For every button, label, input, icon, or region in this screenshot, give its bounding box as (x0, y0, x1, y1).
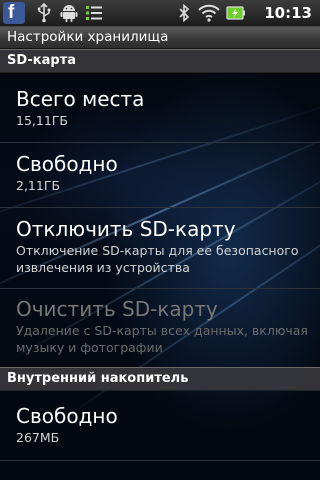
unmount-sd-card-summary: Отключение SD-карты для ее безопасного и… (16, 243, 299, 275)
category-sd-card-label: SD-карта (7, 53, 76, 68)
usb-icon (34, 3, 54, 23)
pref-sd-free-space[interactable]: Свободно 2,11ГБ (0, 151, 320, 194)
pref-total-space-title: Всего места (16, 87, 145, 111)
pref-sd-free-space-title: Свободно (16, 152, 118, 176)
category-internal-storage-label: Внутренний накопитель (7, 371, 189, 386)
android-debug-icon (59, 3, 79, 23)
category-sd-card: SD-карта (0, 49, 320, 73)
format-sd-card-button[interactable]: Очистить SD-карту Удаление с SD-карты вс… (0, 296, 320, 356)
format-sd-card-summary: Удаление с SD-карты всех данных, включая… (16, 323, 308, 355)
divider (0, 460, 320, 461)
sync-icon (84, 3, 104, 23)
pref-internal-free-space-title: Свободно (16, 404, 118, 428)
format-sd-card-title: Очистить SD-карту (16, 297, 218, 321)
wifi-icon (197, 3, 221, 23)
pref-sd-free-space-value: 2,11ГБ (16, 178, 61, 193)
status-bar[interactable]: f 10:13 (0, 0, 320, 27)
clock: 10:13 (264, 4, 312, 22)
divider (0, 288, 320, 289)
pref-total-space-value: 15,11ГБ (16, 113, 68, 128)
unmount-sd-card-title: Отключить SD-карту (16, 217, 236, 241)
unmount-sd-card-button[interactable]: Отключить SD-карту Отключение SD-карты д… (0, 216, 320, 276)
divider (0, 207, 320, 208)
title-bar: Настройки хранилища (0, 27, 320, 49)
pref-internal-free-space[interactable]: Свободно 267МБ (0, 403, 320, 446)
storage-settings-screen: f 10:13 Настройки хранилища SD-карта Все… (0, 0, 320, 480)
battery-charging-icon (225, 3, 247, 23)
divider (0, 142, 320, 143)
pref-internal-free-space-value: 267МБ (16, 430, 60, 445)
pref-total-space[interactable]: Всего места 15,11ГБ (0, 86, 320, 129)
category-internal-storage: Внутренний накопитель (0, 367, 320, 391)
page-title: Настройки хранилища (7, 29, 169, 45)
bluetooth-icon (176, 3, 192, 23)
facebook-icon: f (3, 2, 25, 24)
